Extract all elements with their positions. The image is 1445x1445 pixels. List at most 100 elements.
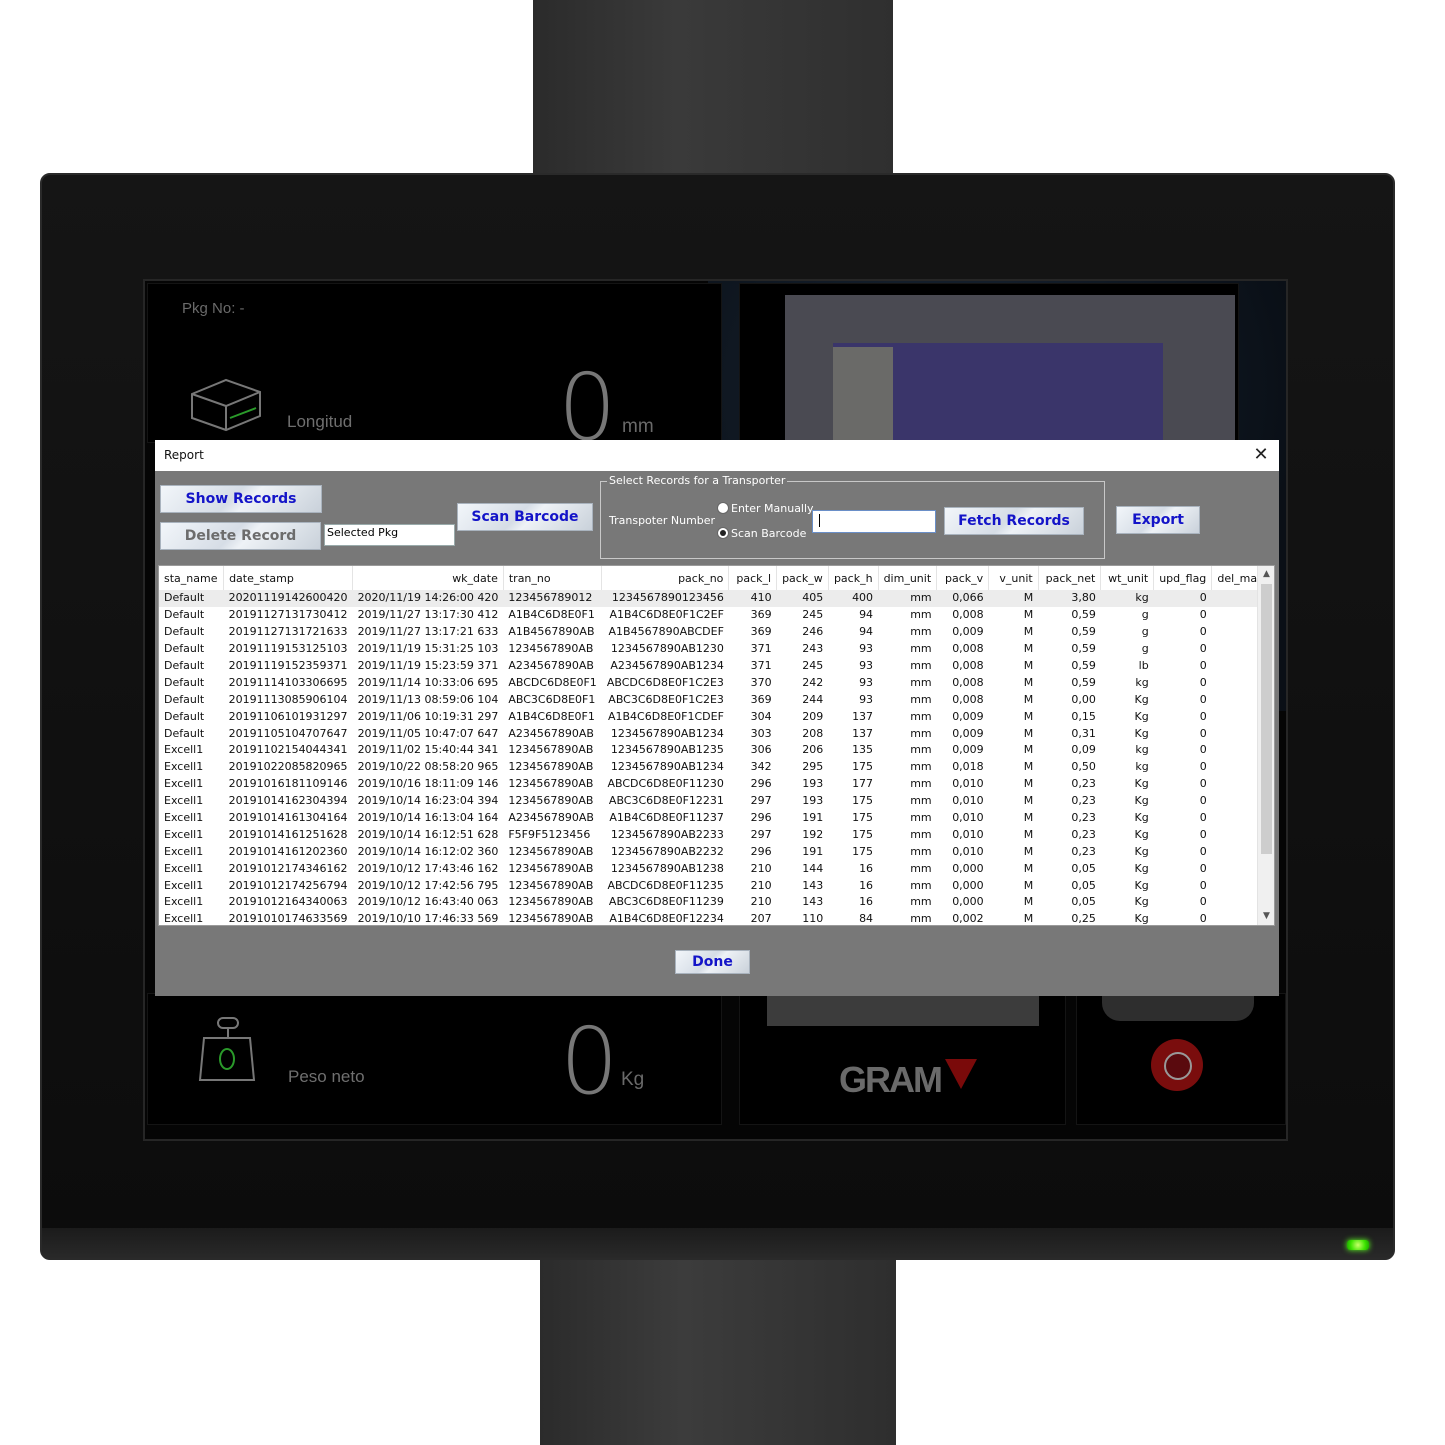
cell-wk-date: 2019/11/27 13:17:21 633 [357,625,499,639]
cell-sta-name: Default [164,642,205,656]
fetch-records-button[interactable]: Fetch Records [944,507,1084,535]
show-records-button[interactable]: Show Records [160,485,322,513]
table-row[interactable]: Default 20191127131730412 2019/11/27 13:17… [159,607,1274,624]
scan-barcode-button[interactable]: Scan Barcode [457,503,593,531]
table-row[interactable]: Excell1 20191010174633569 2019/10/10 17:46… [159,911,1274,926]
cell-pack-w: 209 [802,709,824,723]
table-row[interactable]: Excell1 20191014161202360 2019/10/14 16:12… [159,843,1274,860]
table-row[interactable]: Excell1 20191022085820965 2019/10/22 08:58… [159,759,1274,776]
cell-pack-w: 110 [802,912,824,926]
cell-v-unit: M [1023,912,1034,926]
cell-pack-v: 0,010 [952,777,984,791]
done-button[interactable]: Done [675,950,750,974]
cell-dim-unit: mm [910,760,932,774]
cell-v-unit: M [1023,827,1034,841]
scrollbar-thumb[interactable] [1261,584,1272,854]
table-row[interactable]: Excell1 20191012174256794 2019/10/12 17:42… [159,877,1274,894]
table-row[interactable]: Excell1 20191014162304394 2019/10/14 16:23… [159,793,1274,810]
table-row[interactable]: Excell1 20191016181109146 2019/10/16 18:11… [159,776,1274,793]
table-row[interactable]: Default 20191127131721633 2019/11/27 13:17… [159,624,1274,641]
cell-pack-l: 369 [750,608,772,622]
dialog-titlebar: Report ✕ [155,440,1279,471]
transporter-number-input[interactable] [812,510,936,533]
table-row[interactable]: Excell1 20191014161251628 2019/10/14 16:12… [159,826,1274,843]
cell-upd-flag: 0 [1199,659,1207,672]
transporter-number-label: Transpoter Number [609,514,716,527]
cell-wt-unit: Kg [1134,844,1149,858]
table-row[interactable]: Default 20191113085906104 2019/11/13 08:59… [159,691,1274,708]
column-header-wt-unit[interactable]: wt_unit [1100,566,1155,590]
cell-pack-v: 0,066 [936,590,989,607]
table-row[interactable]: Default 20191105104707647 2019/11/05 10:47… [159,725,1274,742]
table-row[interactable]: Default 20191114103306695 2019/11/14 10:33… [159,674,1274,691]
column-header-v-unit[interactable]: v_unit [988,566,1039,590]
table-row[interactable]: Excell1 20191102154044341 2019/11/02 15:40… [159,742,1274,759]
cell-sta-name: Default [159,590,224,607]
cell-pack-net: 0,09 [1071,743,1096,757]
cell-v-unit: M [1023,861,1034,875]
cell-pack-l: 210 [750,861,772,875]
column-header-pack-no[interactable]: pack_no [601,566,730,590]
radio-enter-manually[interactable] [717,502,729,514]
column-header-tran-no[interactable]: tran_no [503,566,603,590]
cell-pack-no: A234567890AB1234 [610,659,724,672]
column-header-pack-net[interactable]: pack_net [1038,566,1102,590]
column-header-wk-date[interactable]: wk_date [352,566,504,590]
table-row[interactable]: Excell1 20191014161304164 2019/10/14 16:13… [159,810,1274,827]
cell-pack-no: A1B4C6D8E0F11237 [609,811,724,825]
cell-pack-l: 410 [728,590,777,607]
cell-wt-unit: g [1141,625,1149,639]
cell-tran-no: A234567890AB [508,659,594,672]
export-button[interactable]: Export [1116,506,1200,534]
cell-pack-net: 3,80 [1038,590,1101,607]
cell-sta-name: Default [164,726,205,740]
column-header-sta-name[interactable]: sta_name [159,566,225,590]
cell-pack-l: 210 [750,895,772,909]
stop-button[interactable] [1151,1039,1203,1091]
table-row[interactable]: Default 20191106101931297 2019/11/06 10:19… [159,708,1274,725]
cell-pack-net: 0,25 [1071,912,1096,926]
cell-pack-no: 1234567890AB2233 [610,827,724,841]
column-header-pack-h[interactable]: pack_h [828,566,879,590]
cell-date-stamp: 20191014161202360 [228,844,348,858]
selected-pkg-field[interactable]: Selected Pkg [324,524,455,546]
camera-panel [739,283,1239,445]
column-header-pack-w[interactable]: pack_w [776,566,829,590]
cell-wk-date: 2019/10/14 16:23:04 394 [357,794,499,808]
table-row[interactable]: Default 20191119153125103 2019/11/19 15:31… [159,641,1274,658]
column-header-pack-l[interactable]: pack_l [728,566,778,590]
delete-record-button[interactable]: Delete Record [160,522,321,550]
cell-dim-unit: mm [910,642,932,656]
column-header-dim-unit[interactable]: dim_unit [878,566,938,590]
vertical-scrollbar[interactable]: ▲ ▼ [1257,566,1274,925]
cell-pack-no: 1234567890AB1234 [610,760,724,774]
cell-wk-date: 2019/11/06 10:19:31 297 [357,709,499,723]
camera-feed [785,295,1235,445]
table-row[interactable]: Excell1 20191012174346162 2019/10/12 17:43… [159,860,1274,877]
cell-pack-w: 244 [802,692,824,706]
column-header-upd-flag[interactable]: upd_flag [1153,566,1213,590]
close-icon[interactable]: ✕ [1251,444,1271,466]
scroll-up-icon[interactable]: ▲ [1258,566,1274,583]
cell-wk-date: 2019/10/14 16:12:02 360 [357,844,499,858]
cell-pack-l: 306 [750,743,772,757]
cell-date-stamp: 20191127131730412 [228,608,348,622]
cell-wk-date: 2019/11/19 15:31:25 103 [357,642,499,656]
column-header-date-stamp[interactable]: date_stamp [223,566,354,590]
radio-scan-barcode[interactable] [717,527,729,539]
cell-upd-flag: 0 [1199,844,1207,858]
cell-pack-h: 93 [859,675,874,689]
cell-pack-no: 1234567890AB1230 [610,642,724,656]
cell-date-stamp: 20191022085820965 [228,760,348,774]
cell-pack-h: 400 [828,590,879,607]
cell-pack-no: ABCDC6D8E0F1C2E3 [606,675,724,689]
cell-date-stamp: 20191119153125103 [228,642,348,656]
cell-pack-h: 175 [852,811,874,825]
cell-pack-v: 0,010 [952,794,984,808]
table-row[interactable]: Default 20191119152359371 2019/11/19 15:23… [159,658,1274,675]
cell-wt-unit: Kg [1134,878,1149,892]
table-row[interactable]: Default 20201119142600420 2020/11/19 14:26… [159,590,1274,607]
table-row[interactable]: Excell1 20191012164340063 2019/10/12 16:43… [159,894,1274,911]
column-header-pack-v[interactable]: pack_v [936,566,990,590]
scroll-down-icon[interactable]: ▼ [1258,908,1274,925]
